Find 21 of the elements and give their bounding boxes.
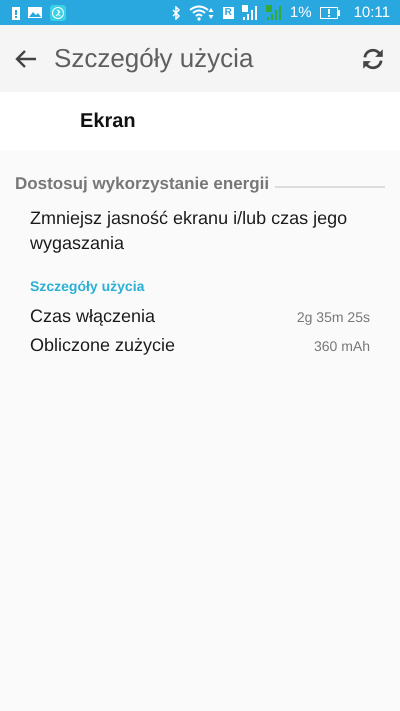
running-figure-icon [50, 4, 66, 20]
image-icon [28, 7, 42, 18]
battery-percent: 1% [290, 4, 312, 21]
battery-alert-icon [12, 6, 20, 20]
back-arrow-icon[interactable] [14, 48, 38, 68]
roaming-badge: R [222, 6, 234, 18]
detail-value: 360 mAh [314, 338, 370, 354]
signal-icon [242, 4, 258, 20]
detail-value: 2g 35m 25s [296, 308, 370, 324]
wifi-icon [188, 4, 215, 20]
signal-icon [266, 4, 282, 20]
battery-alert-icon [320, 6, 340, 18]
subheader: Szczegóły użycia [29, 277, 146, 296]
bluetooth-icon [172, 6, 181, 20]
header-title: Ekran [80, 110, 136, 132]
page-title: Szczegóły użycia [54, 43, 254, 74]
tip-text: Zmniejsz jasność ekranu i/lub czas jego wygaszania [29, 207, 348, 255]
detail-label: Obliczone zużycie [30, 335, 176, 356]
section-title: Dostosuj wykorzystanie energii [15, 174, 270, 194]
detail-label: Czas włączenia [30, 306, 156, 327]
clock: 10:11 [354, 4, 390, 21]
